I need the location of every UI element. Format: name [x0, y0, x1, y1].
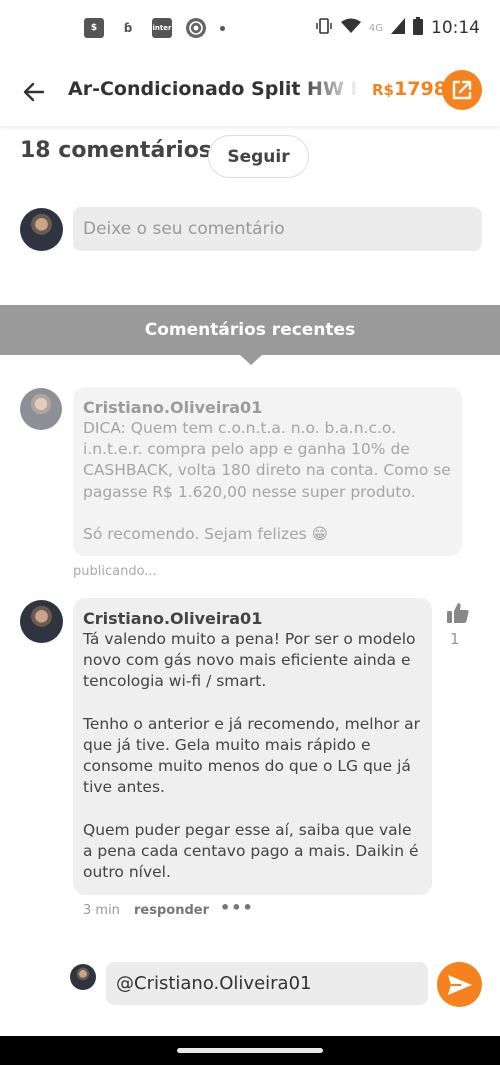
avatar	[20, 208, 63, 251]
vibrate-icon	[315, 17, 333, 39]
more-options-button[interactable]: •••	[220, 898, 254, 917]
price-currency: R$	[372, 81, 394, 99]
like-count: 1	[450, 630, 460, 648]
comment-status: publicando...	[73, 564, 157, 579]
system-indicators: 4G 10:14	[315, 17, 480, 39]
notification-icons: $ ɓ inter	[84, 18, 225, 38]
title-fade	[300, 72, 360, 112]
chrome-icon	[186, 18, 206, 38]
inter-app-icon: inter	[152, 18, 172, 38]
status-bar: $ ɓ inter 4G 10:14	[0, 0, 500, 56]
external-link-icon	[452, 80, 472, 100]
arrow-left-icon	[23, 82, 45, 102]
thumbs-up-icon	[447, 603, 469, 623]
follow-button[interactable]: Seguir	[208, 135, 309, 178]
b-app-icon: ɓ	[123, 21, 133, 35]
signal-icon	[391, 18, 405, 38]
system-nav-bar	[0, 1036, 500, 1065]
comment-input[interactable]: Deixe o seu comentário	[73, 207, 482, 251]
comment-count: 18 comentários	[20, 138, 212, 163]
section-pointer	[240, 355, 262, 365]
more-notifications-dot	[220, 25, 225, 31]
avatar	[20, 600, 63, 643]
comment-author[interactable]: Cristiano.Oliveira01	[83, 397, 452, 418]
avatar	[20, 388, 62, 430]
section-title: Comentários recentes	[144, 320, 356, 340]
comment-author[interactable]: Cristiano.Oliveira01	[83, 608, 422, 629]
home-gesture-handle[interactable]	[177, 1048, 323, 1053]
app-header: Ar-Condicionado Split HW R-32 R$1798	[0, 56, 500, 126]
wifi-icon	[340, 18, 361, 38]
avatar	[70, 964, 96, 990]
price-value: 1798	[394, 78, 447, 100]
network-type: 4G	[368, 22, 383, 34]
send-button[interactable]	[437, 962, 482, 1007]
comment-text: DICA: Quem tem c.o.n.t.a. n.o. b.a.n.c.o…	[83, 419, 451, 544]
comment-time: 3 min	[83, 903, 120, 918]
comment-text: Tá valendo muito a pena! Por ser o model…	[83, 630, 421, 882]
send-icon	[447, 974, 472, 995]
comment-bubble: Cristiano.Oliveira01 Tá valendo muito a …	[73, 598, 432, 895]
product-price: R$1798	[372, 78, 447, 100]
dollar-app-icon: $	[84, 18, 104, 38]
like-button[interactable]	[446, 602, 470, 624]
comment-bubble-pending: Cristiano.Oliveira01 DICA: Quem tem c.o.…	[73, 387, 462, 556]
recent-comments-bar: Comentários recentes	[0, 305, 500, 355]
open-deal-button[interactable]	[442, 70, 482, 110]
reply-input[interactable]: @Cristiano.Oliveira01	[106, 962, 428, 1005]
clock: 10:14	[431, 18, 480, 38]
reply-button[interactable]: responder	[134, 903, 209, 918]
battery-icon	[413, 17, 423, 39]
back-button[interactable]	[18, 76, 50, 108]
